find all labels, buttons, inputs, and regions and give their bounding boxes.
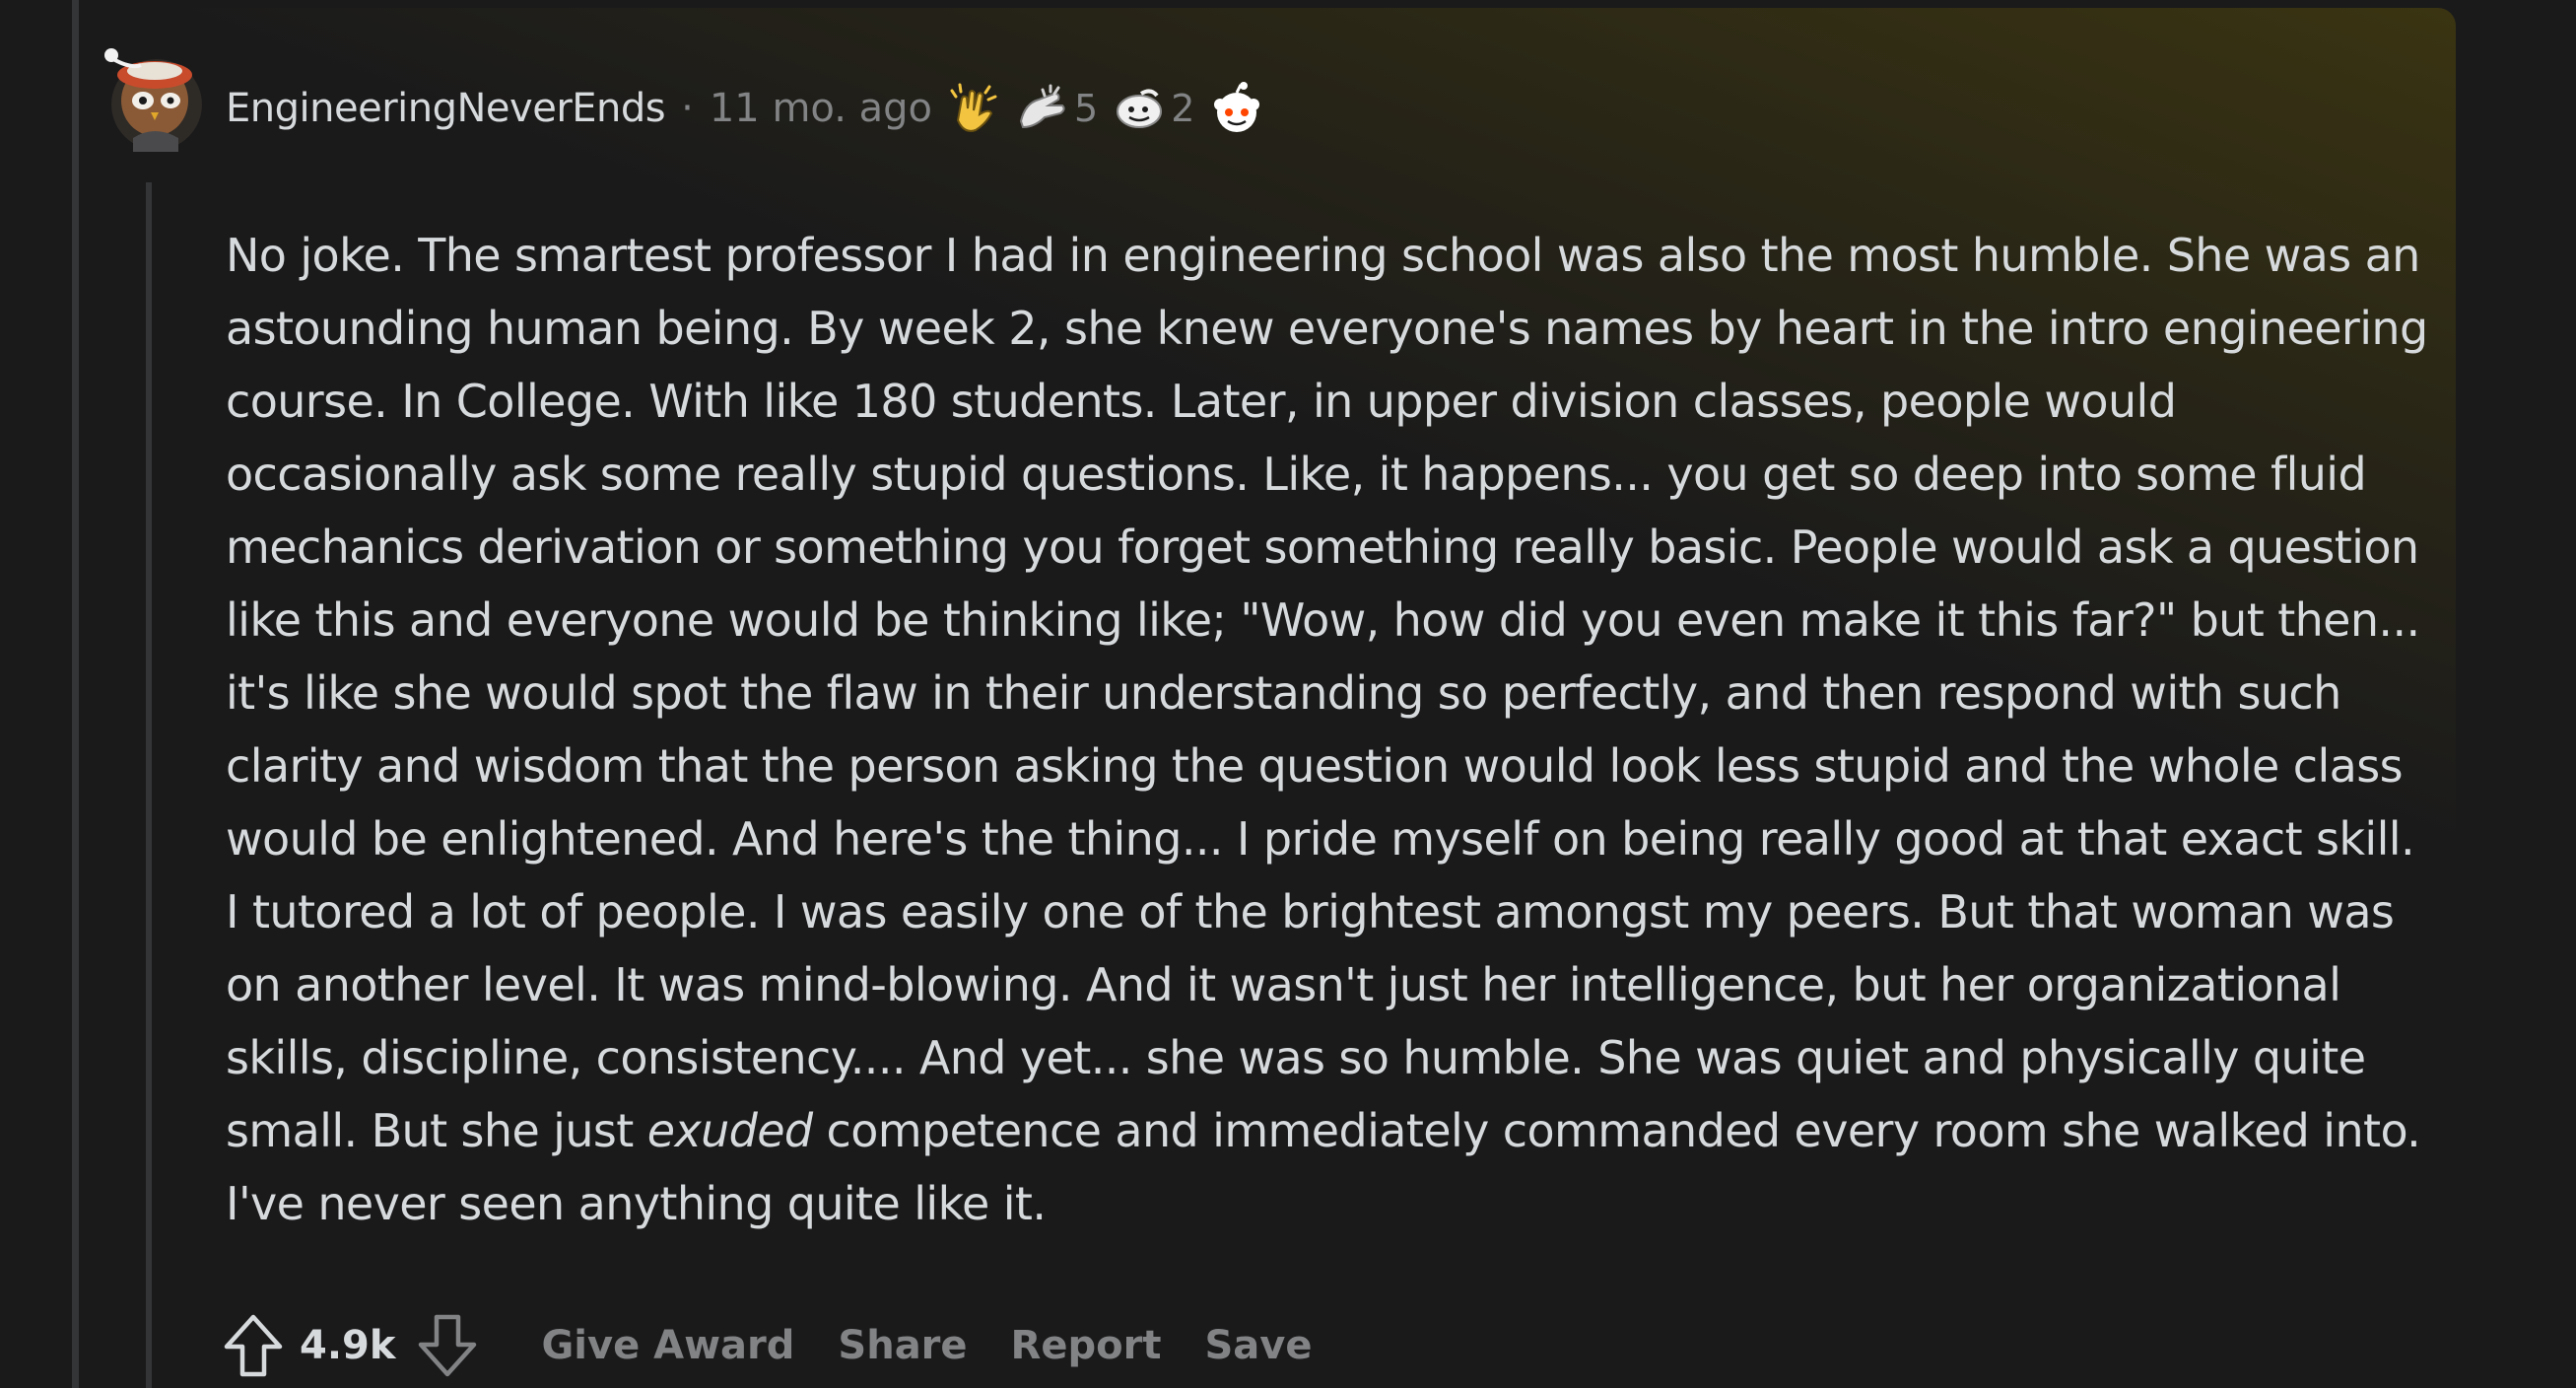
give-award-button[interactable]: Give Award (541, 1323, 794, 1368)
report-button[interactable]: Report (1011, 1323, 1162, 1368)
meta-separator: · (681, 86, 694, 131)
award-clapping[interactable] (946, 81, 1001, 136)
snoo-award-icon (1214, 82, 1260, 132)
comment-meta: EngineeringNeverEnds · 11 mo. ago 5 2 (226, 79, 1265, 138)
avatar[interactable] (102, 35, 204, 152)
award-hand-count: 5 (1074, 87, 1099, 130)
clapping-hands-icon (950, 83, 997, 132)
upvote-icon[interactable] (219, 1311, 288, 1380)
comment-age[interactable]: 11 mo. ago (710, 86, 932, 131)
hand-award-icon (1019, 84, 1065, 129)
comment-body-text: No joke. The smartest professor I had in… (226, 229, 2428, 1157)
vote-score: 4.9k (300, 1323, 396, 1368)
comment-actions: 4.9k Give Award Share Report Save (219, 1306, 1312, 1385)
share-button[interactable]: Share (838, 1323, 967, 1368)
downvote-icon[interactable] (413, 1311, 482, 1380)
comment-thread-line[interactable] (146, 182, 152, 1388)
award-snoo[interactable] (1208, 81, 1265, 136)
comment-body-emphasis: exuded (646, 1104, 813, 1157)
parent-thread-line[interactable] (72, 0, 79, 1388)
author-link[interactable]: EngineeringNeverEnds (226, 86, 666, 131)
award-hand[interactable] (1015, 84, 1070, 133)
face-award-icon (1117, 89, 1163, 128)
award-face-count: 2 (1171, 87, 1195, 130)
save-button[interactable]: Save (1204, 1323, 1312, 1368)
award-face[interactable] (1112, 84, 1167, 133)
comment-body: No joke. The smartest professor I had in… (226, 219, 2433, 1240)
